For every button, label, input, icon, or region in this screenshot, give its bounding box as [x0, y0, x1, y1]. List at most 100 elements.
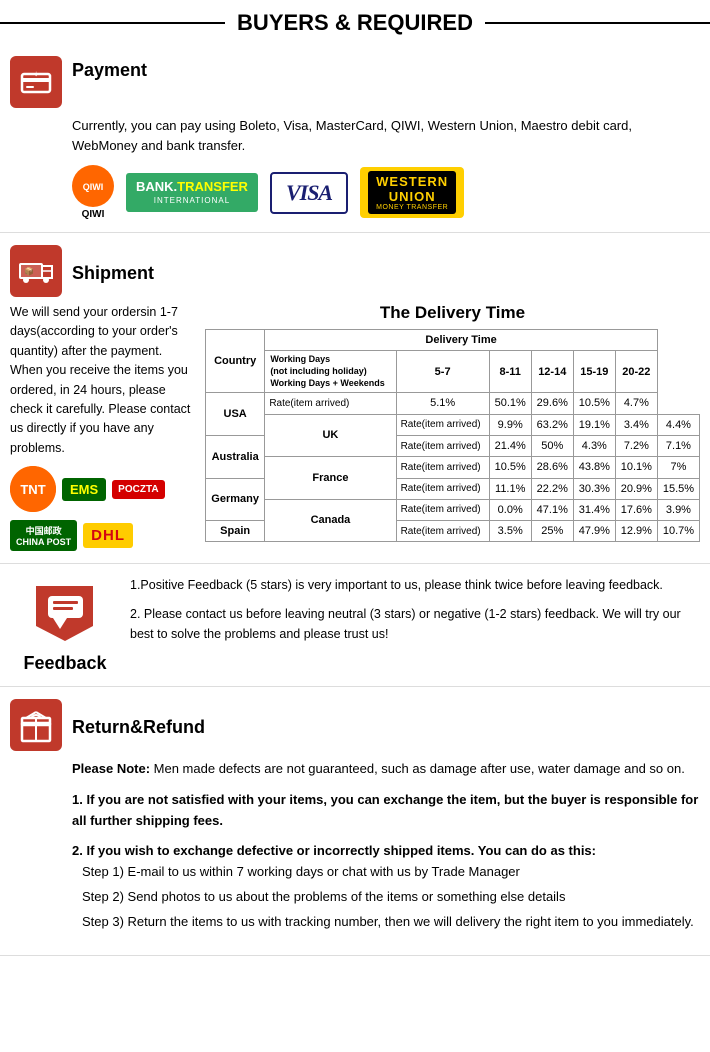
- poczta-logo: POCZTA: [112, 480, 164, 499]
- page-header: BUYERS & REQUIRED: [0, 0, 710, 44]
- table-cell-value: 7.1%: [657, 435, 699, 456]
- delivery-title: The Delivery Time: [205, 303, 700, 323]
- col-15-19: 15-19: [573, 351, 615, 393]
- table-cell-value: 30.3%: [573, 478, 615, 499]
- table-cell-country: UK: [265, 414, 396, 457]
- table-cell-value: 43.8%: [573, 457, 615, 478]
- table-cell-value: 4.3%: [573, 435, 615, 456]
- table-cell-value: 9.9%: [489, 414, 531, 435]
- page-title: BUYERS & REQUIRED: [225, 10, 485, 36]
- table-row: UKRate(item arrived)9.9%63.2%19.1%3.4%4.…: [206, 414, 700, 435]
- chinapost-text: 中国邮政CHINA POST: [16, 526, 71, 547]
- svg-text:↓: ↓: [34, 69, 38, 78]
- shipment-title: Shipment: [72, 263, 154, 284]
- table-cell-rate: Rate(item arrived): [265, 393, 396, 414]
- table-cell-rate: Rate(item arrived): [396, 435, 489, 456]
- table-cell-value: 50%: [531, 435, 573, 456]
- table-cell-value: 10.1%: [615, 457, 657, 478]
- table-cell-value: 31.4%: [573, 499, 615, 520]
- table-row: USARate(item arrived)5.1%50.1%29.6%10.5%…: [206, 393, 700, 414]
- table-cell-value: 5.1%: [396, 393, 489, 414]
- dhl-logo: DHL: [83, 523, 133, 548]
- table-cell-country: Spain: [206, 521, 265, 542]
- return-step1: Step 1) E-mail to us within 7 working da…: [82, 862, 700, 883]
- table-cell-value: 11.1%: [489, 478, 531, 499]
- table-cell-value: 10.7%: [657, 521, 699, 542]
- table-cell-rate: Rate(item arrived): [396, 414, 489, 435]
- return-section: Return&Refund Please Note: Men made defe…: [0, 687, 710, 956]
- return-note: Please Note: Men made defects are not gu…: [72, 759, 700, 780]
- return-title: Return&Refund: [72, 717, 205, 738]
- payment-section: ↓ Payment Currently, you can pay using B…: [0, 44, 710, 233]
- shipment-icon: 📦: [10, 245, 62, 297]
- table-cell-country: France: [265, 457, 396, 500]
- table-cell-value: 21.4%: [489, 435, 531, 456]
- visa-text: VISA: [286, 180, 332, 205]
- feedback-section: Feedback 1.Positive Feedback (5 stars) i…: [0, 564, 710, 687]
- wu-text2: UNION: [376, 189, 448, 204]
- tnt-icon-svg: TNT: [10, 466, 56, 512]
- chinapost-logo: 中国邮政CHINA POST: [10, 520, 77, 551]
- feedback-flag-svg: [28, 581, 103, 646]
- table-cell-value: 10.5%: [489, 457, 531, 478]
- table-cell-country: USA: [206, 393, 265, 436]
- payment-title: Payment: [72, 60, 147, 81]
- dhl-text: DHL: [91, 527, 125, 544]
- visa-logo: VISA: [270, 172, 348, 214]
- wu-sub: MONEY TRANSFER: [376, 204, 448, 211]
- table-cell-value: 29.6%: [531, 393, 573, 414]
- shipment-text: We will send your ordersin 1-7 days(acco…: [10, 303, 195, 458]
- bank-transfer-sub: INTERNATIONAL: [136, 196, 248, 206]
- col-5-7: 5-7: [396, 351, 489, 393]
- return-note-label: Please Note:: [72, 761, 150, 776]
- payment-content: Currently, you can pay using Boleto, Vis…: [72, 116, 700, 220]
- table-cell-value: 3.9%: [657, 499, 699, 520]
- shipment-right: The Delivery Time Country Delivery Time …: [205, 303, 700, 551]
- payment-header: ↓ Payment: [10, 56, 700, 108]
- return-content: Please Note: Men made defects are not gu…: [72, 759, 700, 933]
- payment-icon-svg: ↓: [18, 64, 54, 100]
- return-steps: Step 1) E-mail to us within 7 working da…: [82, 862, 700, 932]
- feedback-flag-icon: [28, 581, 103, 649]
- table-cell-value: 12.9%: [615, 521, 657, 542]
- western-union-logo: WESTERN UNION MONEY TRANSFER: [360, 167, 464, 218]
- table-cell-value: 3.5%: [489, 521, 531, 542]
- col-delivery-time: Delivery Time: [265, 330, 658, 351]
- col-20-22: 20-22: [615, 351, 657, 393]
- payment-icon: ↓: [10, 56, 62, 108]
- table-cell-rate: Rate(item arrived): [396, 521, 489, 542]
- delivery-table: Country Delivery Time Working Days(not i…: [205, 329, 700, 542]
- table-row: CanadaRate(item arrived)0.0%47.1%31.4%17…: [206, 499, 700, 520]
- svg-text:TNT: TNT: [20, 482, 45, 497]
- table-cell-value: 50.1%: [489, 393, 531, 414]
- table-cell-value: 0.0%: [489, 499, 531, 520]
- return-step3: Step 3) Return the items to us with trac…: [82, 912, 700, 933]
- table-cell-value: 19.1%: [573, 414, 615, 435]
- table-row: FranceRate(item arrived)10.5%28.6%43.8%1…: [206, 457, 700, 478]
- table-cell-value: 25%: [531, 521, 573, 542]
- return-header: Return&Refund: [10, 699, 700, 751]
- feedback-layout: Feedback 1.Positive Feedback (5 stars) i…: [10, 576, 700, 674]
- shipment-icon-svg: 📦: [17, 252, 55, 290]
- payment-logos: QIWI QIWI BANK.TRANSFER INTERNATIONAL VI…: [72, 165, 700, 220]
- feedback-text: 1.Positive Feedback (5 stars) is very im…: [130, 576, 700, 674]
- return-point2-label: 2. If you wish to exchange defective or …: [72, 841, 700, 862]
- qiwi-logo: QIWI QIWI: [72, 165, 114, 220]
- table-cell-country: Australia: [206, 435, 265, 478]
- table-cell-value: 47.9%: [573, 521, 615, 542]
- table-cell-value: 17.6%: [615, 499, 657, 520]
- table-cell-country: Canada: [265, 499, 396, 542]
- bank-transfer-main: BANK.TRANSFER: [136, 179, 248, 196]
- table-cell-value: 4.7%: [615, 393, 657, 414]
- col-8-11: 8-11: [489, 351, 531, 393]
- shipment-header: 📦 Shipment: [10, 245, 700, 297]
- qiwi-circle: QIWI: [72, 165, 114, 207]
- table-cell-value: 15.5%: [657, 478, 699, 499]
- carrier-logos: TNT EMS POCZTA: [10, 466, 195, 512]
- shipment-layout: We will send your ordersin 1-7 days(acco…: [10, 303, 700, 551]
- return-icon: [10, 699, 62, 751]
- return-step2: Step 2) Send photos to us about the prob…: [82, 887, 700, 908]
- tnt-logo: TNT: [10, 466, 56, 512]
- poczta-text: POCZTA: [118, 484, 158, 495]
- table-cell-value: 3.4%: [615, 414, 657, 435]
